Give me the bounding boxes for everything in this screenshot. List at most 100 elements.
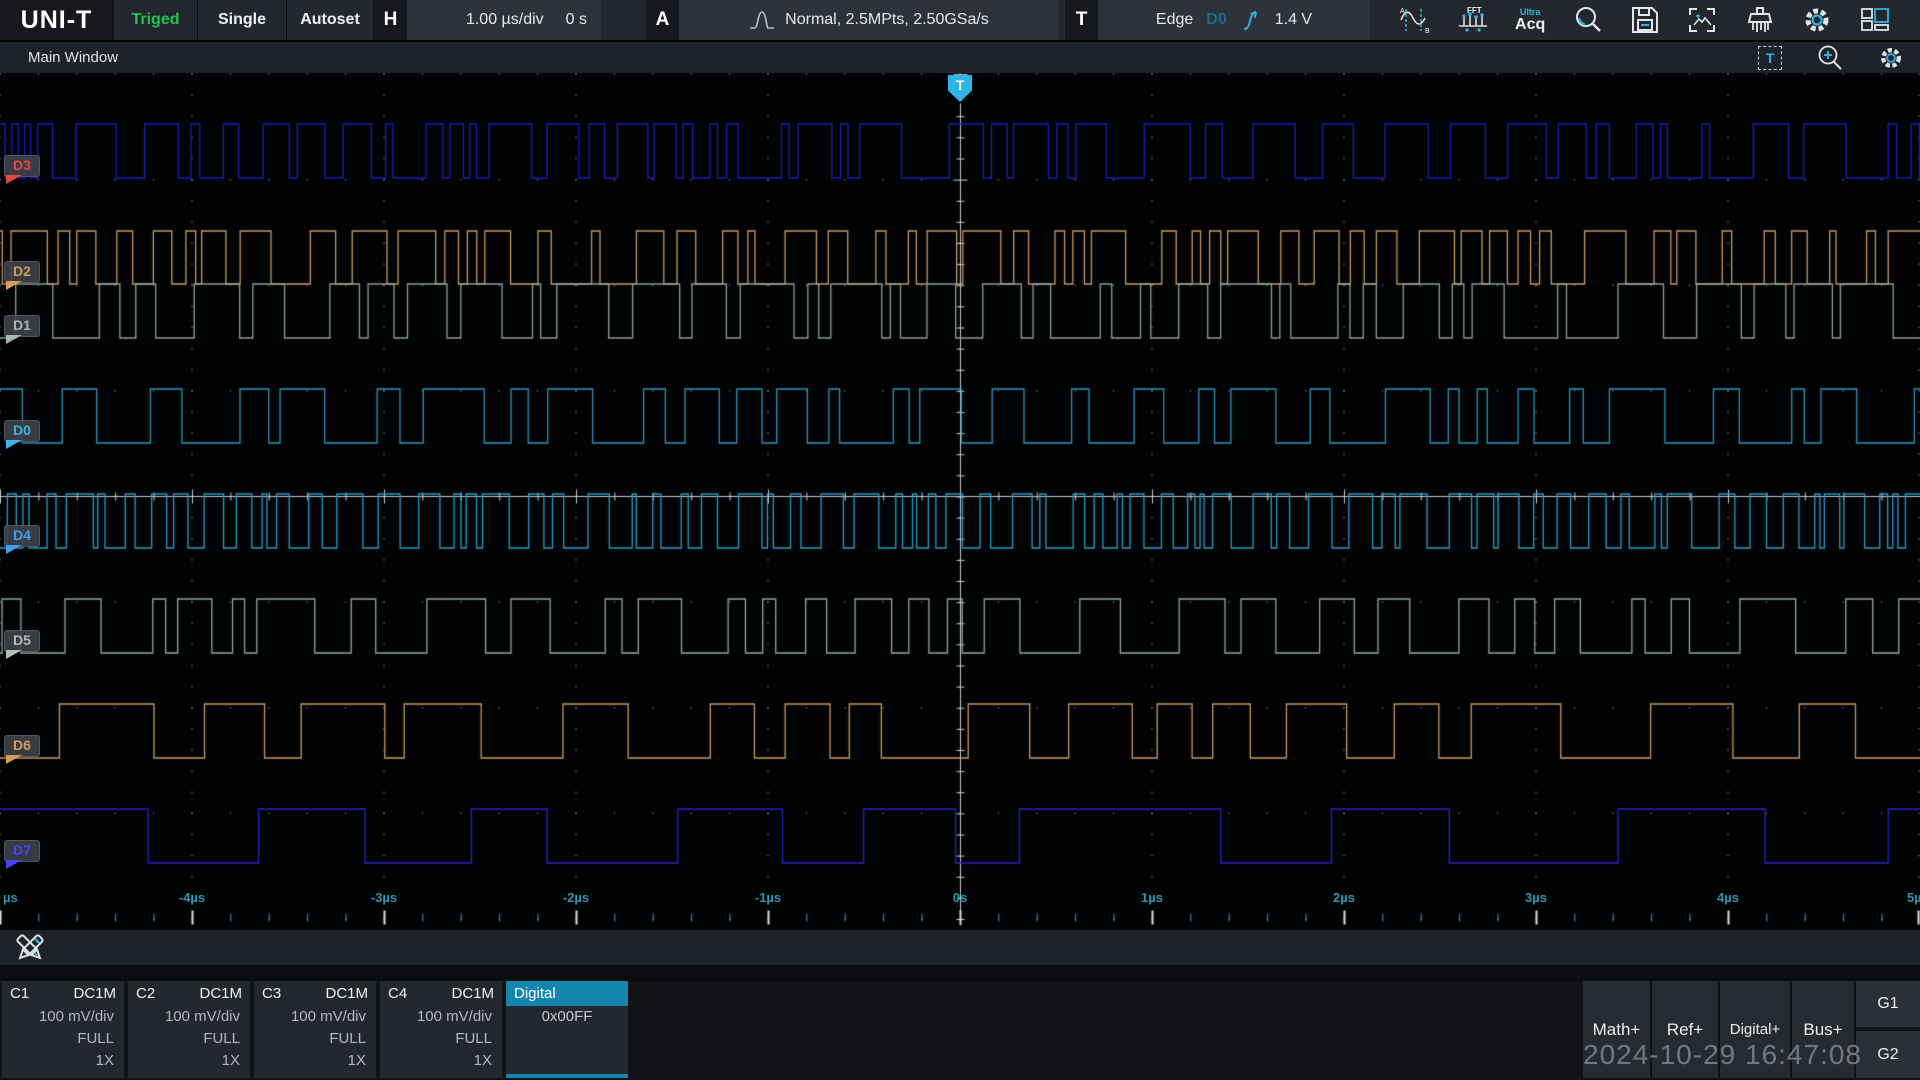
toolbar-icon-cluster: A B FFT Ultra Acq: [1370, 0, 1920, 40]
trigger-level-value: 1.4 V: [1275, 11, 1312, 29]
zoom-in-icon[interactable]: [1816, 44, 1844, 72]
time-axis-label: -4µs: [179, 890, 205, 905]
autoset-button[interactable]: Autoset: [287, 0, 374, 40]
channel-label-d0[interactable]: D0: [4, 420, 40, 442]
settings-icon[interactable]: [1795, 1, 1839, 39]
channel-label-pointer: [6, 440, 22, 449]
svg-text:A: A: [1400, 8, 1405, 15]
window-bar-icons: T: [1758, 44, 1920, 72]
channel-bandwidth: FULL: [2, 1028, 124, 1050]
channel-id: C4: [388, 985, 407, 1002]
channel-label-d2[interactable]: D2: [4, 261, 40, 283]
time-axis-label: 5µs: [1907, 890, 1920, 905]
channel-bandwidth: FULL: [380, 1028, 502, 1050]
acquire-label: A: [646, 0, 679, 40]
channel-card-c4[interactable]: C4 DC1M 100 mV/div FULL 1X: [380, 981, 502, 1078]
digital-label: Digital: [514, 985, 556, 1002]
time-axis-label: -3µs: [371, 890, 397, 905]
oscilloscope-screen: { "toolbar": { "logo": "UNI-T", "trigger…: [0, 0, 1920, 1080]
drawing-tools-icon[interactable]: [12, 930, 48, 966]
digital-value: 0x00FF: [506, 1006, 628, 1028]
channel-scale: 100 mV/div: [380, 1006, 502, 1028]
channel-coupling: DC1M: [325, 985, 368, 1002]
toolbar-spacer: [601, 0, 646, 40]
channel-scale: 100 mV/div: [128, 1006, 250, 1028]
horizontal-panel[interactable]: 1.00 µs/div 0 s: [407, 0, 601, 40]
trigger-label: T: [1065, 0, 1098, 40]
time-axis-label: 0s: [953, 890, 967, 905]
rising-edge-icon: [1240, 8, 1262, 32]
channel-coupling: DC1M: [451, 985, 494, 1002]
acquire-info: Normal, 2.5MPts, 2.50GSa/s: [785, 11, 989, 29]
channel-coupling: DC1M: [73, 985, 116, 1002]
channel-id: C3: [262, 985, 281, 1002]
time-axis-label: 2µs: [1333, 890, 1355, 905]
channel-label-d1[interactable]: D1: [4, 315, 40, 337]
time-axis-label: 4µs: [1717, 890, 1739, 905]
channel-label-pointer: [6, 860, 22, 869]
channel-probe: 1X: [380, 1050, 502, 1072]
display-settings-icon[interactable]: [1878, 45, 1904, 71]
channel-scale: 100 mV/div: [2, 1006, 124, 1028]
save-icon[interactable]: [1623, 1, 1667, 39]
channel-coupling: DC1M: [199, 985, 242, 1002]
channel-card-c1[interactable]: C1DC1M 100 mV/div FULL 1X: [2, 981, 124, 1078]
annotation-toolbar: [0, 930, 1920, 965]
channel-label-d3[interactable]: D3: [4, 155, 40, 177]
brand-logo: UNI-T: [0, 0, 114, 40]
channel-probe: 1X: [128, 1050, 250, 1072]
channel-card-c3[interactable]: C3 DC1M 100 mV/div FULL 1X: [254, 981, 376, 1078]
time-axis-label: 1µs: [1141, 890, 1163, 905]
single-button[interactable]: Single: [198, 0, 287, 40]
channel-label-pointer: [6, 335, 22, 344]
trigger-status-button[interactable]: Triged: [114, 0, 198, 40]
svg-text:B: B: [1425, 28, 1430, 34]
channel-card-c2[interactable]: C2DC1M 100 mV/div FULL 1X: [128, 981, 250, 1078]
top-toolbar: UNI-T Triged Single Autoset H 1.00 µs/di…: [0, 0, 1920, 40]
fft-icon[interactable]: FFT: [1451, 1, 1495, 39]
search-icon[interactable]: [1566, 1, 1610, 39]
bottom-status-bar: C1 DC1M 100 mV/div FULL 1X C2 DC1M 100 mV/…: [0, 981, 1920, 1080]
time-axis-label: µs: [3, 890, 18, 905]
ultra-acq-icon[interactable]: Ultra Acq: [1508, 1, 1552, 39]
group-g2-button[interactable]: G2: [1856, 1031, 1920, 1078]
channel-label-d5[interactable]: D5: [4, 630, 40, 652]
channel-label-pointer: [6, 281, 22, 290]
channel-label-pointer: [6, 650, 22, 659]
channel-label-d4[interactable]: D4: [4, 525, 40, 547]
window-title: Main Window: [0, 49, 118, 66]
cursor-measure-icon[interactable]: A B: [1393, 1, 1437, 39]
horizontal-label: H: [374, 0, 407, 40]
clear-icon[interactable]: [1738, 1, 1782, 39]
time-axis-label: -1µs: [755, 890, 781, 905]
trigger-type: Edge: [1156, 11, 1193, 29]
channel-scale: 100 mV/div: [254, 1006, 376, 1028]
time-axis-label: -2µs: [563, 890, 589, 905]
channel-label-d7[interactable]: D7: [4, 840, 40, 862]
bus-plus-button[interactable]: Bus+: [1792, 981, 1854, 1078]
trigger-panel[interactable]: Edge D0 1.4 V: [1098, 0, 1370, 40]
math-plus-button[interactable]: Math+: [1583, 981, 1650, 1078]
channel-label-pointer: [6, 175, 22, 184]
channel-bandwidth: FULL: [254, 1028, 376, 1050]
channel-label-d6[interactable]: D6: [4, 735, 40, 757]
channel-probe: 1X: [254, 1050, 376, 1072]
waveform-canvas[interactable]: [0, 73, 1920, 930]
ultra-acq-label: Acq: [1515, 17, 1545, 33]
ref-plus-button[interactable]: Ref+: [1652, 981, 1718, 1078]
trigger-label-toggle-icon[interactable]: T: [1758, 46, 1782, 70]
trigger-source: D0: [1206, 11, 1226, 29]
window-layout-icon[interactable]: [1853, 1, 1897, 39]
separator-strip: [0, 965, 1920, 981]
waveform-display[interactable]: T D3D2D1D0D4D5D6D7µs-4µs-3µs-2µs-1µs0s1µ…: [0, 73, 1920, 930]
channel-label-pointer: [6, 545, 22, 554]
group-g1-button[interactable]: G1: [1856, 981, 1920, 1027]
acquire-panel[interactable]: Normal, 2.5MPts, 2.50GSa/s: [679, 0, 1059, 40]
horizontal-offset-value: 0 s: [566, 11, 587, 29]
main-window-bar: Main Window T: [0, 40, 1920, 73]
digital-card[interactable]: Digital 0x00FF: [506, 981, 628, 1078]
screenshot-icon[interactable]: [1680, 1, 1724, 39]
channel-id: C1: [10, 985, 29, 1002]
digital-plus-button[interactable]: Digital+: [1720, 981, 1790, 1078]
channel-id: C2: [136, 985, 155, 1002]
